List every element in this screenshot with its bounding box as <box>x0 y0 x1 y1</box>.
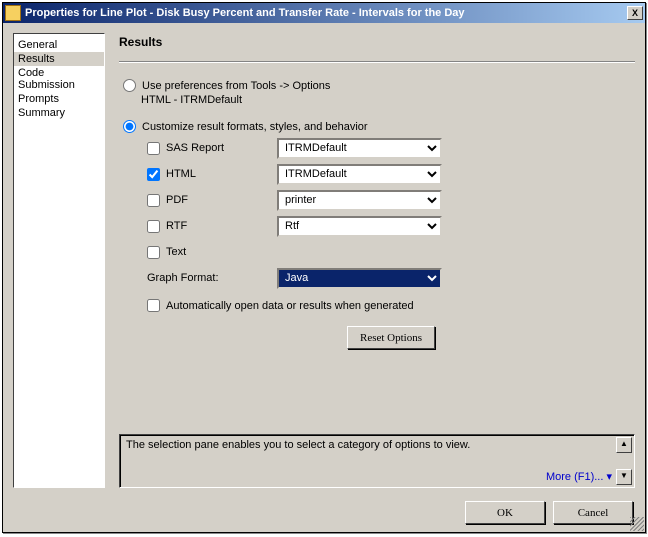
checkbox-auto-open-label: Automatically open data or results when … <box>166 300 414 312</box>
checkbox-pdf-label: PDF <box>166 194 188 206</box>
checkbox-rtf-label: RTF <box>166 220 187 232</box>
checkbox-html[interactable]: HTML <box>147 168 277 181</box>
checkbox-text-input[interactable] <box>147 246 160 259</box>
graph-format-label: Graph Format: <box>147 272 277 284</box>
select-rtf-style[interactable]: Rtf <box>277 216 442 237</box>
resize-grip-icon[interactable] <box>630 517 644 531</box>
checkbox-html-label: HTML <box>166 168 196 180</box>
radio-use-preferences-label: Use preferences from Tools -> Options <box>142 80 330 92</box>
use-preferences-detail: HTML - ITRMDefault <box>141 94 635 106</box>
checkbox-rtf-input[interactable] <box>147 220 160 233</box>
content-pane: Results Use preferences from Tools -> Op… <box>105 33 635 488</box>
checkbox-sas-report[interactable]: SAS Report <box>147 142 277 155</box>
format-options: SAS Report ITRMDefault HTML ITRMDefault <box>147 135 635 349</box>
select-graph-format[interactable]: Java <box>277 268 442 289</box>
checkbox-pdf[interactable]: PDF <box>147 194 277 207</box>
checkbox-sas-report-input[interactable] <box>147 142 160 155</box>
checkbox-pdf-input[interactable] <box>147 194 160 207</box>
checkbox-html-input[interactable] <box>147 168 160 181</box>
ok-button[interactable]: OK <box>465 501 545 524</box>
close-icon[interactable]: X <box>627 6 643 20</box>
radio-customize-input[interactable] <box>123 120 136 133</box>
sidebar-item-prompts[interactable]: Prompts <box>14 92 104 106</box>
sidebar-item-general[interactable]: General <box>14 38 104 52</box>
dialog-body: General Results Code Submission Prompts … <box>3 23 645 532</box>
more-help-link[interactable]: More (F1)... ▾ <box>546 470 612 483</box>
radio-use-preferences-input[interactable] <box>123 79 136 92</box>
checkbox-auto-open[interactable]: Automatically open data or results when … <box>147 299 635 312</box>
window-title: Properties for Line Plot - Disk Busy Per… <box>25 7 627 19</box>
checkbox-text[interactable]: Text <box>147 246 277 259</box>
checkbox-rtf[interactable]: RTF <box>147 220 277 233</box>
help-text: The selection pane enables you to select… <box>126 439 470 451</box>
scroll-up-icon[interactable]: ▲ <box>616 437 632 453</box>
section-heading: Results <box>119 35 635 49</box>
radio-use-preferences[interactable]: Use preferences from Tools -> Options <box>123 79 635 92</box>
app-icon <box>5 5 21 21</box>
titlebar: Properties for Line Plot - Disk Busy Per… <box>3 3 645 23</box>
cancel-button[interactable]: Cancel <box>553 501 633 524</box>
checkbox-text-label: Text <box>166 246 186 258</box>
select-html-style[interactable]: ITRMDefault <box>277 164 442 185</box>
scroll-down-icon[interactable]: ▼ <box>616 469 632 485</box>
sidebar-item-code-submission[interactable]: Code Submission <box>14 66 104 92</box>
sidebar-item-results[interactable]: Results <box>14 52 104 66</box>
dialog-footer: OK Cancel <box>465 501 633 524</box>
properties-dialog: Properties for Line Plot - Disk Busy Per… <box>2 2 646 533</box>
checkbox-auto-open-input[interactable] <box>147 299 160 312</box>
help-pane: The selection pane enables you to select… <box>119 434 635 488</box>
select-sas-report-style[interactable]: ITRMDefault <box>277 138 442 159</box>
dropdown-icon: ▾ <box>606 471 612 483</box>
select-pdf-style[interactable]: printer <box>277 190 442 211</box>
reset-options-button[interactable]: Reset Options <box>347 326 435 349</box>
radio-customize[interactable]: Customize result formats, styles, and be… <box>123 120 635 133</box>
help-scrollbar[interactable]: ▲ ▼ <box>616 437 632 485</box>
separator <box>119 61 635 63</box>
category-sidebar: General Results Code Submission Prompts … <box>13 33 105 488</box>
sidebar-item-summary[interactable]: Summary <box>14 106 104 120</box>
checkbox-sas-report-label: SAS Report <box>166 142 224 154</box>
radio-customize-label: Customize result formats, styles, and be… <box>142 121 368 133</box>
